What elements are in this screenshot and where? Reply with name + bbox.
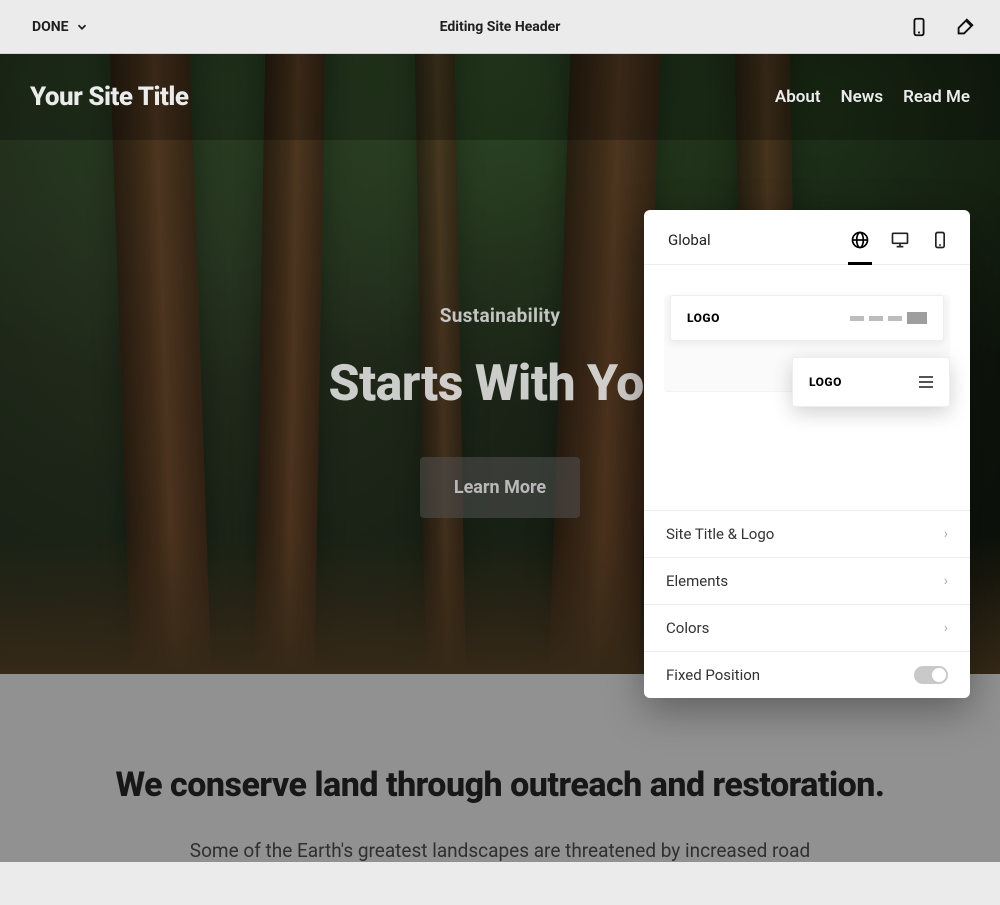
site-header[interactable]: Your Site Title About News Read Me <box>0 54 1000 140</box>
site-title[interactable]: Your Site Title <box>30 82 189 112</box>
option-label: Site Title & Logo <box>666 525 774 543</box>
layout-logo-label-b: LOGO <box>809 375 842 389</box>
done-button-label: DONE <box>32 19 69 35</box>
option-label: Colors <box>666 619 709 637</box>
chevron-right-icon: › <box>944 620 948 636</box>
device-tab-desktop[interactable] <box>890 230 910 250</box>
section-body: Some of the Earth's greatest landscapes … <box>100 839 900 862</box>
nav-link-news[interactable]: News <box>841 87 883 107</box>
device-mobile-icon[interactable] <box>908 16 930 38</box>
hamburger-icon <box>919 376 933 388</box>
editor-top-bar: DONE Editing Site Header <box>0 0 1000 54</box>
layout-logo-label: LOGO <box>687 311 720 325</box>
chevron-right-icon: › <box>944 526 948 542</box>
desktop-icon <box>890 230 910 250</box>
device-tabs <box>850 230 950 250</box>
panel-layout-preview: LOGO LOGO <box>644 265 970 510</box>
hero-cta-button[interactable]: Learn More <box>420 457 580 518</box>
site-nav: About News Read Me <box>775 87 970 107</box>
content-section: We conserve land through outreach and re… <box>0 674 1000 862</box>
header-editor-panel: Global LOGO LOGO <box>644 210 970 698</box>
layout-option-hamburger[interactable]: LOGO <box>792 357 950 407</box>
nav-link-readme[interactable]: Read Me <box>903 87 970 107</box>
option-elements[interactable]: Elements › <box>644 558 970 605</box>
editor-actions <box>908 16 976 38</box>
device-tab-global[interactable] <box>850 230 870 250</box>
nav-placeholder-icon <box>850 312 927 324</box>
option-site-title-logo[interactable]: Site Title & Logo › <box>644 511 970 558</box>
panel-options-list: Site Title & Logo › Elements › Colors › … <box>644 510 970 698</box>
option-label: Fixed Position <box>666 666 760 684</box>
section-heading: We conserve land through outreach and re… <box>100 764 900 807</box>
nav-link-about[interactable]: About <box>775 87 821 107</box>
chevron-down-icon <box>75 20 89 34</box>
panel-header: Global <box>644 210 970 265</box>
paintbrush-icon[interactable] <box>954 16 976 38</box>
globe-icon <box>850 230 870 250</box>
done-button[interactable]: DONE <box>32 19 89 35</box>
chevron-right-icon: › <box>944 573 948 589</box>
fixed-position-toggle[interactable] <box>914 666 948 684</box>
device-tab-mobile[interactable] <box>930 230 950 250</box>
mobile-icon <box>930 230 950 250</box>
panel-scope-label: Global <box>668 231 711 249</box>
option-colors[interactable]: Colors › <box>644 605 970 652</box>
option-fixed-position[interactable]: Fixed Position <box>644 652 970 698</box>
layout-option-inline[interactable]: LOGO <box>670 295 944 341</box>
editor-mode-title: Editing Site Header <box>440 19 561 35</box>
option-label: Elements <box>666 572 728 590</box>
